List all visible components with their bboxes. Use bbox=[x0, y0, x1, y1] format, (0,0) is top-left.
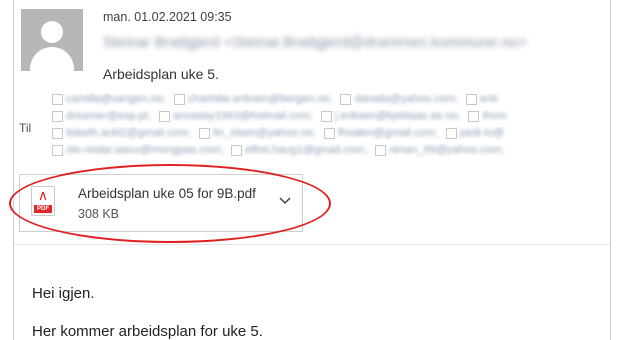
avatar-head-icon bbox=[41, 21, 63, 43]
recipient-address: annaday1963@hotmail.com; bbox=[172, 110, 313, 123]
recipient-checkbox[interactable] bbox=[52, 144, 63, 156]
recipient-row: dreamer@esp.pl; annaday1963@hotmail.com;… bbox=[52, 110, 610, 127]
body-text-line: Hei igjen. bbox=[32, 285, 95, 302]
recipient-item[interactable]: annaday1963@hotmail.com; bbox=[158, 110, 313, 123]
recipient-checkbox[interactable] bbox=[52, 93, 63, 105]
recipient-item[interactable]: camilla@vangen.no; bbox=[52, 93, 166, 105]
sender-avatar bbox=[21, 9, 83, 71]
recipient-address: renan_99@yahoo.com; bbox=[389, 144, 504, 157]
recipient-item[interactable]: j.eriksen@kjeldaas.as.no; bbox=[320, 110, 461, 123]
recipient-item[interactable]: ole-reidar.waxx@mongpas.com; bbox=[52, 144, 223, 156]
recipient-list: camilla@vangen.no; charlotte.eriksen@ber… bbox=[52, 93, 610, 161]
body-text-line: Her kommer arbeidsplan for uke 5. bbox=[32, 323, 263, 340]
recipient-item[interactable]: lisbeth.ackl2@gmail.com; bbox=[52, 127, 191, 139]
recipient-checkbox[interactable] bbox=[173, 93, 185, 105]
recipient-address: ole-reidar.waxx@mongpas.com; bbox=[66, 144, 224, 157]
recipient-row: camilla@vangen.no; charlotte.eriksen@ber… bbox=[52, 93, 610, 110]
recipient-item[interactable]: fhvalen@gmail.com; bbox=[323, 127, 438, 140]
recipient-checkbox[interactable] bbox=[340, 93, 352, 105]
to-label: Til bbox=[19, 121, 32, 135]
reading-pane-left-border bbox=[13, 0, 14, 340]
recipient-checkbox[interactable] bbox=[158, 110, 170, 122]
recipient-checkbox[interactable] bbox=[52, 110, 63, 122]
recipient-address: erik bbox=[480, 93, 498, 106]
recipient-address: elfrei.haug1@gmail.com; bbox=[245, 144, 368, 157]
recipient-address: danaila@yahoo.com; bbox=[354, 93, 458, 106]
chevron-down-icon[interactable] bbox=[278, 193, 292, 207]
recipient-address: lin_olsen@yahoo.no; bbox=[212, 127, 316, 140]
recipient-item[interactable]: dreamer@esp.pl; bbox=[52, 110, 151, 122]
recipient-item[interactable]: renan_99@yahoo.com; bbox=[375, 144, 504, 156]
header-body-divider bbox=[14, 244, 610, 245]
recipient-checkbox[interactable] bbox=[198, 127, 210, 139]
recipient-address: pedi-lo@ bbox=[459, 127, 505, 140]
recipient-item[interactable]: danaila@yahoo.com; bbox=[340, 93, 458, 105]
recipient-address: thom bbox=[482, 110, 507, 123]
message-date: man. 01.02.2021 09:35 bbox=[103, 10, 232, 24]
recipient-address: charlotte.eriksen@bergen.no; bbox=[187, 93, 333, 106]
recipient-checkbox[interactable] bbox=[468, 110, 480, 122]
pdf-file-icon: ∧ PDF bbox=[31, 186, 55, 216]
attachment-file-name[interactable]: Arbeidsplan uke 05 for 9B.pdf bbox=[78, 186, 256, 201]
pdf-tag-label: PDF bbox=[34, 205, 52, 213]
attachment-file-size: 308 KB bbox=[78, 207, 120, 221]
recipient-item[interactable]: pedi-lo@ bbox=[445, 127, 505, 140]
recipient-item[interactable]: thom bbox=[468, 110, 507, 123]
recipient-checkbox[interactable] bbox=[52, 127, 63, 139]
recipient-item[interactable]: erik bbox=[466, 93, 498, 105]
recipient-checkbox[interactable] bbox=[320, 110, 332, 122]
recipient-checkbox[interactable] bbox=[323, 127, 335, 139]
reading-pane-right-border bbox=[610, 0, 611, 340]
avatar-body-icon bbox=[30, 47, 74, 71]
recipient-item[interactable]: lin_olsen@yahoo.no; bbox=[198, 127, 316, 140]
sender-name[interactable]: Steinar Brattgjerd <Steinar.Brattgjerd@d… bbox=[103, 34, 613, 51]
message-subject: Arbeidsplan uke 5. bbox=[103, 66, 219, 82]
attachment-card[interactable]: ∧ PDF Arbeidsplan uke 05 for 9B.pdf 308 … bbox=[19, 174, 303, 232]
recipient-checkbox[interactable] bbox=[375, 144, 387, 156]
recipient-address: lisbeth.ackl2@gmail.com; bbox=[66, 127, 191, 140]
recipient-row: ole-reidar.waxx@mongpas.com; elfrei.haug… bbox=[52, 144, 610, 161]
recipient-address: dreamer@esp.pl; bbox=[66, 110, 151, 123]
recipient-checkbox[interactable] bbox=[466, 93, 478, 105]
recipient-checkbox[interactable] bbox=[445, 127, 457, 139]
recipient-address: camilla@vangen.no; bbox=[66, 93, 166, 106]
recipient-address: fhvalen@gmail.com; bbox=[337, 127, 438, 140]
acrobat-logo-icon: ∧ bbox=[37, 187, 49, 203]
recipient-address: j.eriksen@kjeldaas.as.no; bbox=[334, 110, 461, 123]
recipient-row: lisbeth.ackl2@gmail.com; lin_olsen@yahoo… bbox=[52, 127, 610, 144]
recipient-checkbox[interactable] bbox=[231, 144, 243, 156]
recipient-item[interactable]: charlotte.eriksen@bergen.no; bbox=[173, 93, 333, 106]
recipient-item[interactable]: elfrei.haug1@gmail.com; bbox=[231, 144, 367, 156]
